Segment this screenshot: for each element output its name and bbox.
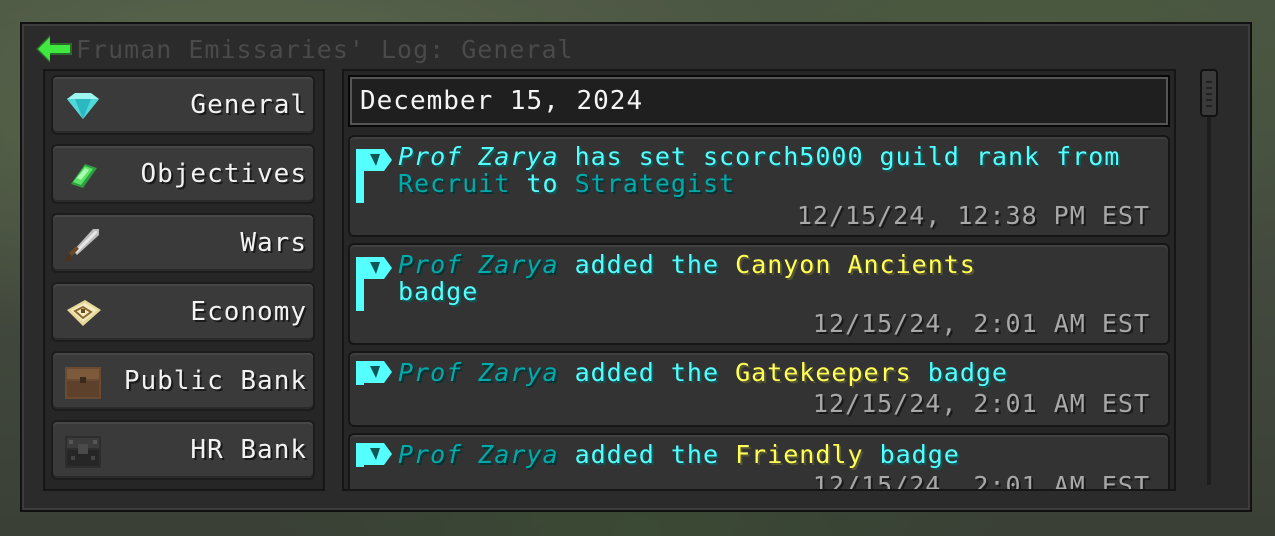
- log-text: badge: [863, 440, 960, 469]
- sidebar-item-label: General: [190, 90, 307, 120]
- badge-name: Canyon Ancients: [735, 250, 976, 279]
- emerald-icon: [71, 164, 97, 188]
- log-text: added the: [558, 250, 736, 279]
- back-arrow-icon[interactable]: [34, 33, 76, 65]
- diamond-icon: [67, 93, 99, 119]
- window-title: Fruman Emissaries' Log: General: [76, 34, 574, 64]
- badge-name: Gatekeepers: [735, 358, 912, 387]
- log-message: Prof Zarya has set scorch5000 guild rank…: [398, 143, 1152, 197]
- sidebar-item-objectives[interactable]: Objectives: [51, 144, 315, 204]
- sidebar-item-label: Objectives: [140, 159, 307, 189]
- timestamp: 12/15/24, 2:01 AM EST: [812, 471, 1150, 491]
- sword-icon: [65, 229, 99, 261]
- banner-flag-icon: [356, 443, 392, 467]
- guild-log-window: Fruman Emissaries' Log: General General …: [20, 22, 1252, 512]
- log-text: added the: [558, 358, 736, 387]
- sidebar-item-hr-bank[interactable]: HR Bank: [51, 420, 315, 480]
- map-icon: [67, 300, 101, 326]
- log-message: Prof Zarya added the Gatekeepers badge: [398, 359, 1152, 386]
- log-entry: Prof Zarya added the Friendly badge 12/1…: [348, 433, 1170, 491]
- category-sidebar: General Objectives Wars Economy Public B…: [43, 69, 325, 491]
- timestamp: 12/15/24, 2:01 AM EST: [812, 309, 1150, 338]
- log-text: badge: [398, 277, 479, 306]
- player-name: Prof Zarya: [398, 358, 559, 387]
- title-bar: Fruman Emissaries' Log: General: [34, 32, 574, 66]
- log-text: to: [510, 169, 575, 198]
- timestamp: 12/15/24, 12:38 PM EST: [796, 201, 1150, 230]
- log-entry: Prof Zarya has set scorch5000 guild rank…: [348, 135, 1170, 237]
- log-text: has set scorch5000 guild rank from: [558, 142, 1121, 171]
- sidebar-item-label: Wars: [240, 228, 307, 258]
- sidebar-item-label: Economy: [190, 297, 307, 327]
- player-name: Prof Zarya: [398, 250, 559, 279]
- badge-name: Friendly: [735, 440, 864, 469]
- date-header: December 15, 2024: [348, 75, 1170, 127]
- log-entry: Prof Zarya added the Gatekeepers badge 1…: [348, 351, 1170, 427]
- banner-flag-icon: [356, 149, 392, 203]
- player-name: Prof Zarya: [398, 142, 559, 171]
- log-text: badge: [911, 358, 1008, 387]
- player-name: Prof Zarya: [398, 440, 559, 469]
- log-panel: December 15, 2024 Prof Zarya has set sco…: [342, 69, 1176, 491]
- rank-from: Recruit: [398, 169, 511, 198]
- chest-icon: [65, 367, 101, 399]
- sidebar-item-economy[interactable]: Economy: [51, 282, 315, 342]
- sidebar-item-wars[interactable]: Wars: [51, 213, 315, 273]
- log-scrollbar[interactable]: [1200, 69, 1218, 487]
- sidebar-item-public-bank[interactable]: Public Bank: [51, 351, 315, 411]
- log-text: added the: [558, 440, 736, 469]
- log-message: Prof Zarya added the Friendly badge: [398, 441, 1152, 468]
- scroll-thumb[interactable]: [1200, 69, 1218, 117]
- scroll-track[interactable]: [1207, 113, 1211, 485]
- sidebar-item-general[interactable]: General: [51, 75, 315, 135]
- banner-flag-icon: [356, 361, 392, 385]
- sidebar-item-label: HR Bank: [190, 435, 307, 465]
- locked-chest-icon: [65, 436, 101, 468]
- log-message: Prof Zarya added the Canyon Ancients badg…: [398, 251, 998, 305]
- timestamp: 12/15/24, 2:01 AM EST: [812, 389, 1150, 418]
- rank-to: Strategist: [574, 169, 736, 198]
- banner-flag-icon: [356, 257, 392, 311]
- sidebar-item-label: Public Bank: [123, 366, 307, 396]
- log-entry: Prof Zarya added the Canyon Ancients badg…: [348, 243, 1170, 345]
